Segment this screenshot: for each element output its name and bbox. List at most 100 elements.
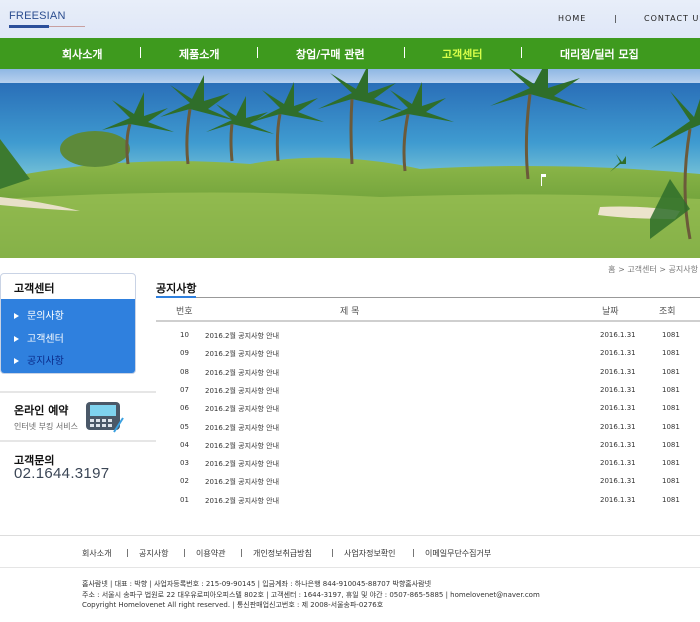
row-date: 2016.1.31 <box>600 404 636 413</box>
row-date: 2016.1.31 <box>600 331 636 339</box>
board-header-row: 번호 제 목 날짜 조회 <box>156 298 700 321</box>
top-links-separator: | <box>614 14 618 23</box>
row-subject-link[interactable]: 2016.2월 공지사항 안내 <box>205 423 279 433</box>
footer-link-company[interactable]: 회사소개 <box>82 548 111 559</box>
table-row[interactable]: 02 2016.2월 공지사항 안내 2016.1.31 1081 <box>156 473 700 491</box>
row-number: 07 <box>180 385 189 394</box>
customer-phone-number: 02.1644.3197 <box>14 465 110 482</box>
footer-link-separator: | <box>331 548 334 557</box>
sidebar-title: 고객센터 <box>14 282 55 295</box>
nav-item-products[interactable]: 제품소개 <box>179 46 219 62</box>
row-views: 1081 <box>662 422 680 431</box>
sidebar-item-customer-center[interactable]: 고객센터 <box>14 330 64 345</box>
row-subject-link[interactable]: 2016.2월 공지사항 안내 <box>205 349 279 359</box>
nav-item-company[interactable]: 회사소개 <box>62 46 102 62</box>
row-subject-link[interactable]: 2016.2월 공지사항 안내 <box>205 459 279 469</box>
sidebar-item-inquiry[interactable]: 문의사항 <box>14 307 64 322</box>
footer-copyright: Copyright Homelovenet All right reserved… <box>82 601 384 609</box>
sidebar-divider <box>0 440 156 442</box>
row-subject-link[interactable]: 2016.2월 공지사항 안내 <box>205 386 279 396</box>
row-date: 2016.1.31 <box>600 422 636 431</box>
table-row[interactable]: 03 2016.2월 공지사항 안내 2016.1.31 1081 <box>156 455 700 473</box>
nav-item-customer-center[interactable]: 고객센터 <box>442 46 482 62</box>
row-date: 2016.1.31 <box>600 349 636 358</box>
table-row[interactable]: 04 2016.2월 공지사항 안내 2016.1.31 1081 <box>156 437 700 455</box>
row-views: 1081 <box>662 349 680 358</box>
footer-link-separator: | <box>126 548 129 557</box>
home-link[interactable]: HOME <box>558 14 586 23</box>
breadcrumb: 홈 > 고객센터 > 공지사항 <box>608 265 698 274</box>
row-subject-link[interactable]: 2016.2월 공지사항 안내 <box>205 368 279 378</box>
row-subject-link[interactable]: 2016.2월 공지사항 안내 <box>205 404 279 414</box>
row-date: 2016.1.31 <box>600 477 636 486</box>
table-row[interactable]: 10 2016.2월 공지사항 안내 2016.1.31 1081 <box>156 327 700 345</box>
triangle-right-icon <box>14 336 19 342</box>
row-number: 08 <box>180 367 189 376</box>
table-row[interactable]: 08 2016.2월 공지사항 안내 2016.1.31 1081 <box>156 364 700 382</box>
logo-divider <box>49 26 85 27</box>
footer-link-terms[interactable]: 이용약관 <box>196 548 225 559</box>
footer-link-email-refusal[interactable]: 이메일무단수집거부 <box>425 548 491 559</box>
footer-company-info: 홈사람넷 | 대표 : 박향 | 사업자등록번호 : 215-09-90145 … <box>82 580 432 588</box>
row-subject-link[interactable]: 2016.2월 공지사항 안내 <box>205 441 279 451</box>
row-date: 2016.1.31 <box>600 440 636 449</box>
site-logo[interactable]: FREESIAN <box>9 10 66 22</box>
triangle-right-icon <box>14 358 19 364</box>
footer-link-privacy[interactable]: 개인정보취급방침 <box>253 548 312 559</box>
board-header-border <box>156 320 700 322</box>
nav-separator <box>404 47 405 58</box>
row-views: 1081 <box>662 459 680 468</box>
row-subject-link[interactable]: 2016.2월 공지사항 안내 <box>205 496 279 506</box>
table-row[interactable]: 05 2016.2월 공지사항 안내 2016.1.31 1081 <box>156 419 700 437</box>
sidebar-item-notice[interactable]: 공지사항 <box>14 352 64 367</box>
online-reservation-title[interactable]: 온라인 예약 <box>14 402 68 418</box>
sidebar-menu-box: 고객센터 문의사항 고객센터 공지사항 <box>0 273 136 374</box>
row-views: 1081 <box>662 331 680 339</box>
table-row[interactable]: 06 2016.2월 공지사항 안내 2016.1.31 1081 <box>156 400 700 418</box>
row-number: 04 <box>180 440 189 449</box>
row-date: 2016.1.31 <box>600 459 636 468</box>
golf-course-image <box>0 69 700 258</box>
column-header-number: 번호 <box>176 307 193 317</box>
column-header-subject: 제 목 <box>340 307 360 317</box>
row-views: 1081 <box>662 367 680 376</box>
footer-link-separator: | <box>240 548 243 557</box>
footer-address-info: 주소 : 서울시 송파구 법원로 22 대우유로피아오피스텔 802호 | 고객… <box>82 591 540 599</box>
row-number: 10 <box>180 331 189 339</box>
sidebar-divider <box>0 391 156 393</box>
row-views: 1081 <box>662 385 680 394</box>
row-views: 1081 <box>662 477 680 486</box>
nav-separator <box>140 47 141 58</box>
row-number: 01 <box>180 495 189 504</box>
footer-divider <box>0 535 700 536</box>
nav-separator <box>257 47 258 58</box>
footer-link-business-info[interactable]: 사업자정보확인 <box>344 548 396 559</box>
row-date: 2016.1.31 <box>600 495 636 504</box>
footer-link-separator: | <box>412 548 415 557</box>
table-row[interactable]: 07 2016.2월 공지사항 안내 2016.1.31 1081 <box>156 382 700 400</box>
row-views: 1081 <box>662 404 680 413</box>
nav-item-dealer[interactable]: 대리점/딜러 모집 <box>560 46 639 62</box>
nav-item-startup[interactable]: 창업/구매 관련 <box>296 46 365 62</box>
row-subject-link[interactable]: 2016.2월 공지사항 안내 <box>205 477 279 487</box>
hero-banner <box>0 69 700 258</box>
contact-us-link[interactable]: CONTACT US <box>644 14 700 23</box>
footer-link-notice[interactable]: 공지사항 <box>139 548 168 559</box>
row-number: 05 <box>180 422 189 431</box>
table-row[interactable]: 09 2016.2월 공지사항 안내 2016.1.31 1081 <box>156 345 700 363</box>
row-number: 02 <box>180 477 189 486</box>
row-subject-link[interactable]: 2016.2월 공지사항 안내 <box>205 331 279 341</box>
row-views: 1081 <box>662 495 680 504</box>
column-header-date: 날짜 <box>602 307 619 317</box>
top-header: FREESIAN HOME | CONTACT US <box>0 0 700 38</box>
online-reservation-subtitle: 인터넷 부킹 서비스 <box>14 422 78 431</box>
page-title: 공지사항 <box>156 282 197 295</box>
table-row[interactable]: 01 2016.2월 공지사항 안내 2016.1.31 1081 <box>156 492 700 510</box>
row-number: 03 <box>180 459 189 468</box>
footer-link-separator: | <box>183 548 186 557</box>
row-number: 09 <box>180 349 189 358</box>
row-date: 2016.1.31 <box>600 385 636 394</box>
sidebar-menu: 문의사항 고객센터 공지사항 <box>1 299 135 373</box>
column-header-views: 조회 <box>659 307 676 317</box>
reservation-device-icon <box>84 398 124 434</box>
